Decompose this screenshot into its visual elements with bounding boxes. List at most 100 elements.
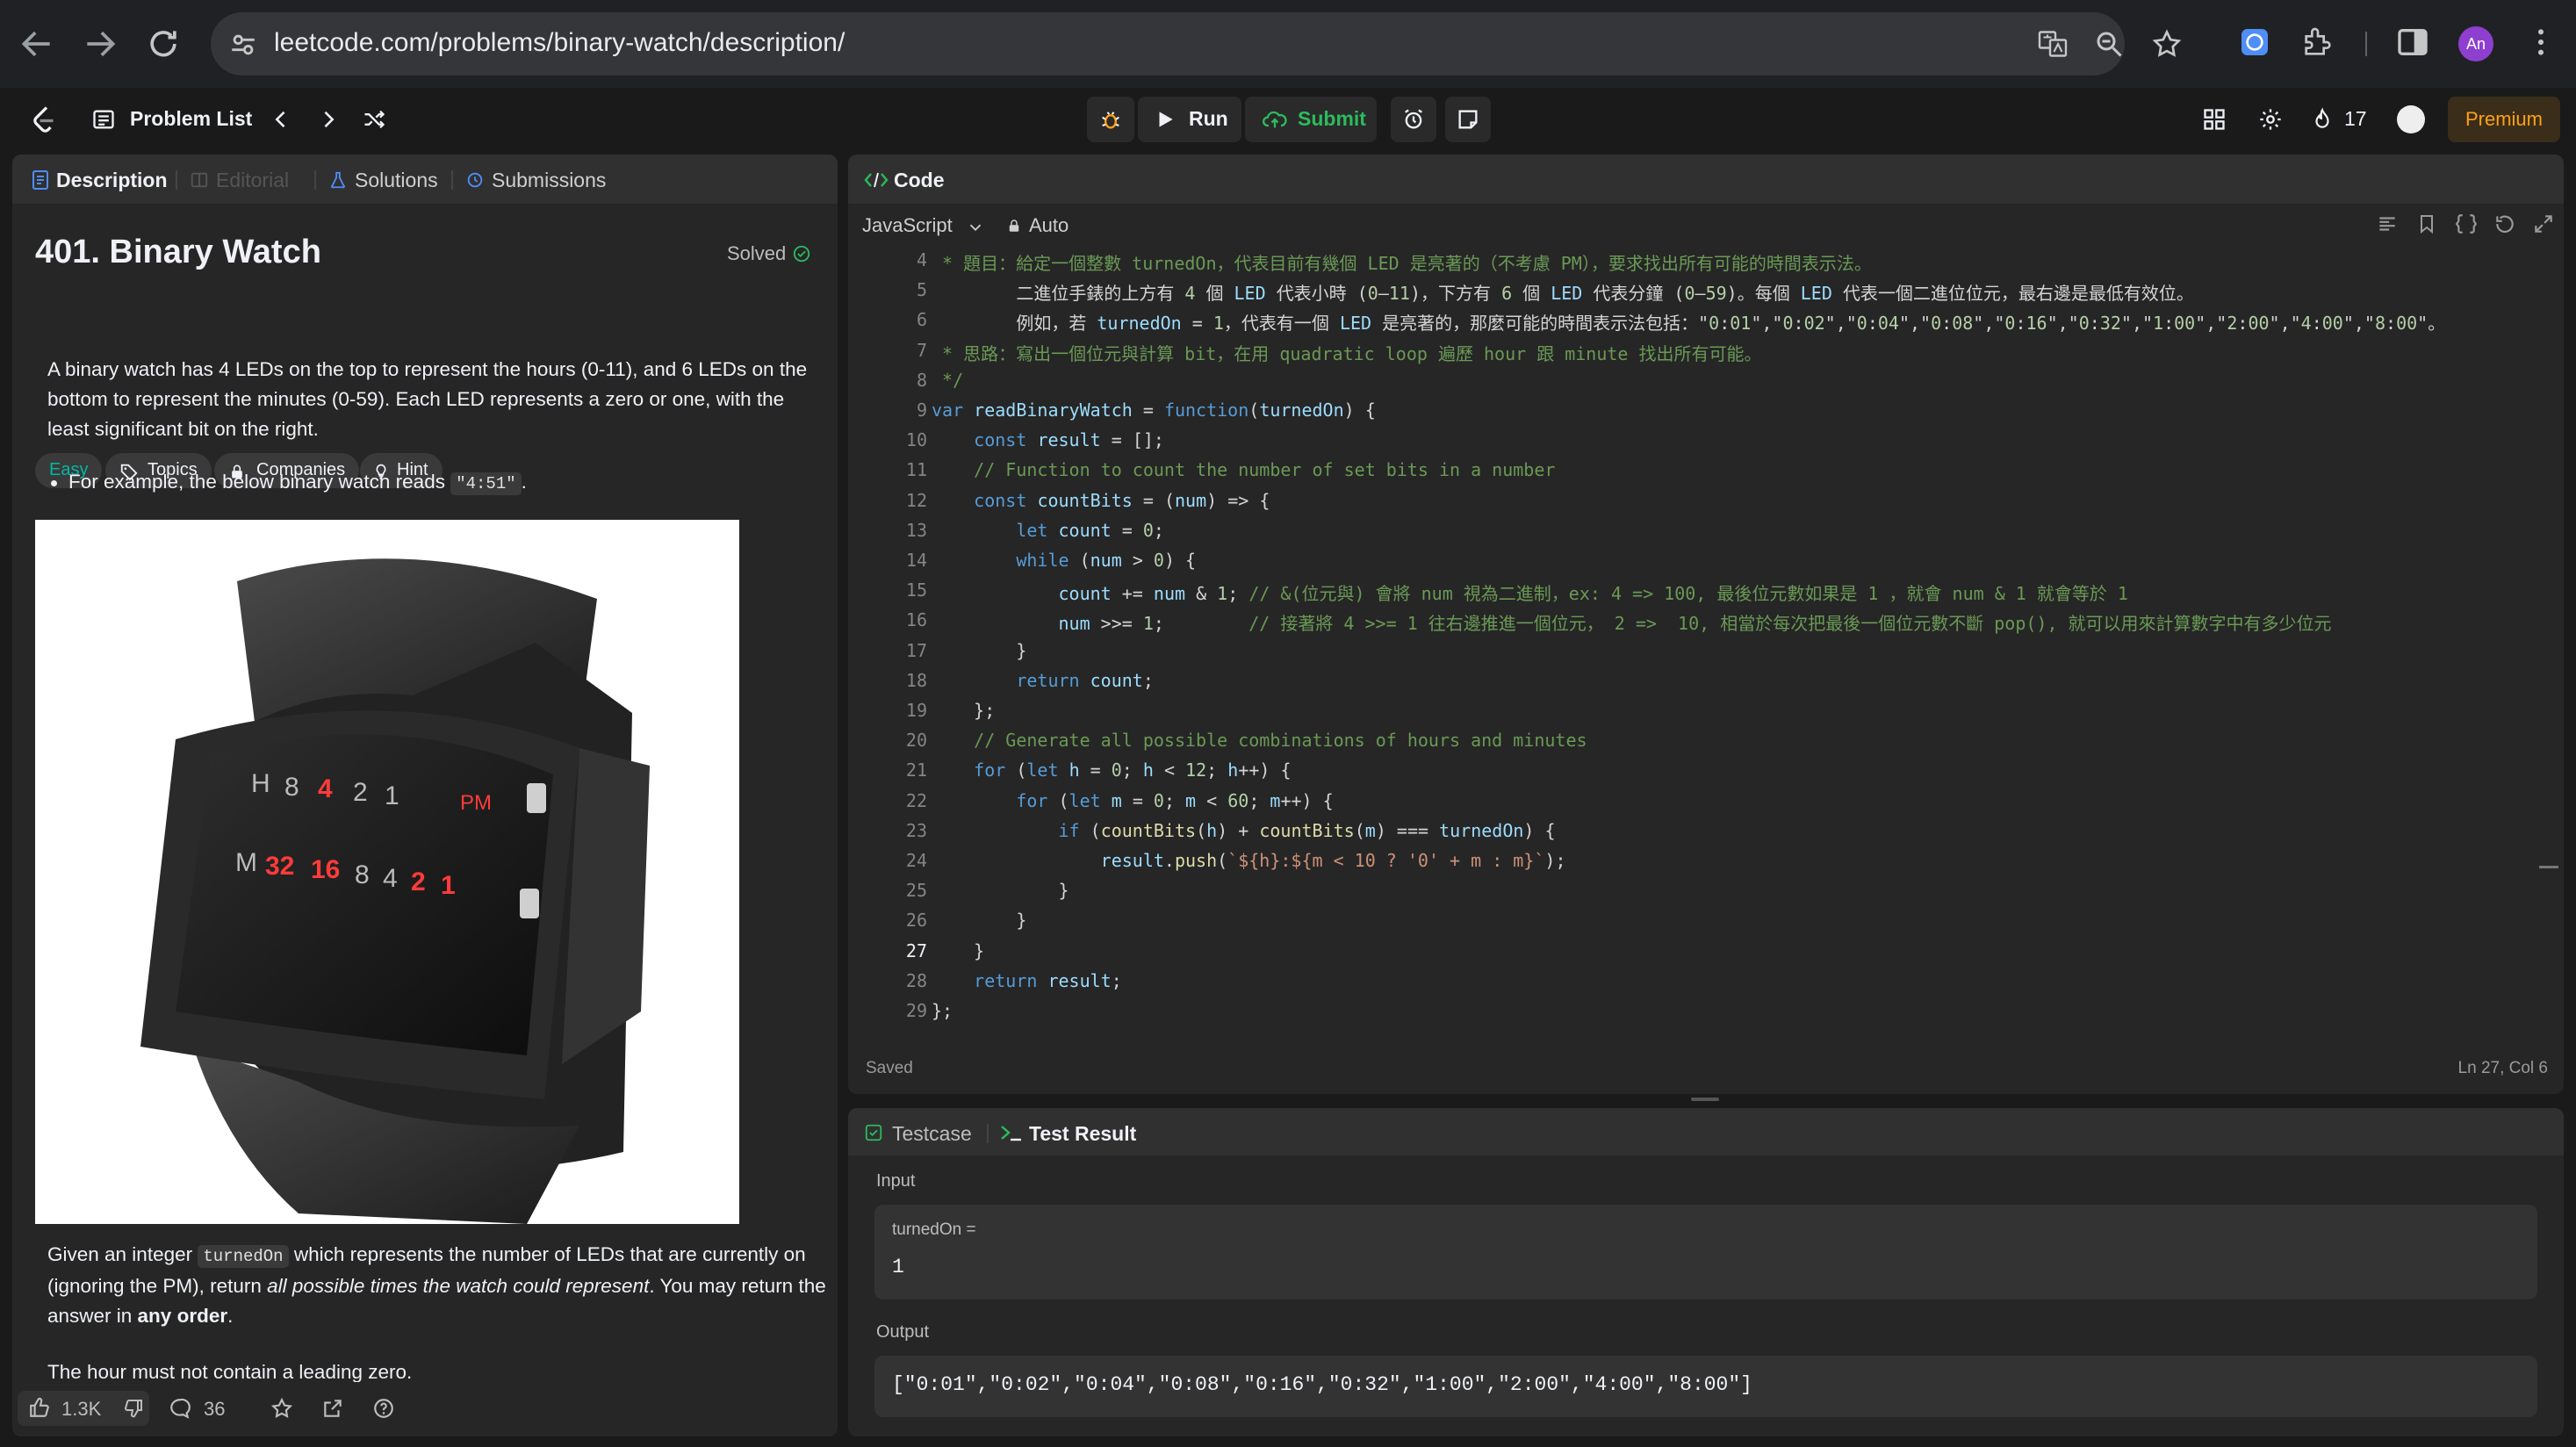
solved-status: Solved — [727, 242, 787, 264]
profile-avatar[interactable]: An — [2458, 26, 2493, 61]
tab-submissions[interactable]: Submissions — [492, 169, 606, 192]
panel-resize-handle[interactable] — [1691, 1098, 1719, 1101]
timer-button[interactable] — [1391, 97, 1436, 142]
line-number: 8 — [916, 369, 927, 391]
format-code-icon[interactable] — [2376, 212, 2399, 235]
editor-scroll-marker[interactable] — [2539, 866, 2558, 868]
line-text: } — [1058, 880, 1069, 902]
watch-led-h1: 1 — [385, 781, 399, 810]
line-number: 16 — [905, 609, 927, 631]
braces-icon[interactable] — [2455, 212, 2478, 235]
submit-button[interactable]: Submit — [1245, 97, 1377, 142]
notes-button[interactable] — [1445, 97, 1491, 142]
submit-label: Submit — [1298, 107, 1366, 130]
line-text: // Generate all possible combinations of… — [974, 730, 1587, 752]
bookmark-icon[interactable] — [2416, 212, 2437, 235]
watch-label-h: H — [251, 769, 270, 798]
reset-code-icon[interactable] — [2493, 212, 2516, 235]
solved-check-icon — [792, 244, 811, 263]
output-box: ["0:01","0:02","0:04","0:08","0:16","0:3… — [874, 1356, 2537, 1417]
favorite-star-icon[interactable] — [270, 1397, 293, 1420]
watch-led-h8: 8 — [284, 773, 299, 802]
user-avatar[interactable] — [2397, 105, 2425, 133]
settings-gear-icon[interactable] — [2258, 107, 2283, 132]
premium-button[interactable]: Premium — [2448, 97, 2560, 142]
shuffle-icon[interactable] — [362, 107, 386, 132]
tab-separator — [176, 170, 177, 190]
browser-chrome: leetcode.com/problems/binary-watch/descr… — [0, 0, 2576, 88]
input-box: turnedOn = 1 — [874, 1205, 2537, 1299]
line-text: } — [1016, 639, 1027, 661]
testcase-check-icon — [864, 1123, 883, 1142]
tab-description[interactable]: Description — [56, 169, 168, 192]
line-number: 26 — [905, 910, 927, 932]
line-number: 11 — [905, 459, 927, 481]
forward-icon[interactable] — [81, 25, 119, 63]
side-panel-icon[interactable] — [2395, 25, 2434, 63]
solutions-tab-icon — [328, 169, 348, 191]
tab-editorial[interactable]: Editorial — [216, 169, 289, 192]
line-number: 29 — [905, 1000, 927, 1021]
tab-test-result[interactable]: Test Result — [1029, 1122, 1136, 1146]
watch-led-m32: 32 — [265, 852, 294, 881]
watch-label-m: M — [235, 848, 257, 877]
browser-menu-icon[interactable] — [2523, 25, 2562, 63]
line-number: 24 — [905, 850, 927, 871]
back-icon[interactable] — [18, 25, 56, 63]
help-icon[interactable] — [372, 1397, 395, 1420]
line-text: * 題目：給定一個整數 turnedOn，代表目前有幾個 LED 是亮著的（不考… — [932, 253, 1872, 274]
thumbs-up-icon[interactable] — [28, 1396, 51, 1419]
problem-list-icon[interactable] — [91, 107, 116, 132]
toolbar-divider — [2365, 32, 2367, 56]
bookmark-star-icon[interactable] — [2151, 28, 2183, 60]
next-problem-icon[interactable] — [316, 107, 341, 132]
line-text: }; — [974, 700, 996, 721]
bug-icon — [1098, 107, 1123, 132]
line-text: num >>= 1; // 接著將 4 >>= 1 往右邊推進一個位元， 2 =… — [1058, 613, 2332, 635]
watch-led-pm: PM — [460, 791, 492, 815]
streak-flame-icon[interactable] — [2311, 107, 2334, 132]
thumbs-down-icon[interactable] — [123, 1398, 144, 1419]
leetcode-logo-icon[interactable] — [28, 103, 60, 136]
tab-solutions[interactable]: Solutions — [355, 169, 438, 192]
prev-problem-icon[interactable] — [269, 107, 293, 132]
line-text: if (countBits(h) + countBits(m) === turn… — [1058, 819, 1556, 841]
problem-list-link[interactable]: Problem List — [130, 107, 252, 131]
line-number: 28 — [905, 969, 927, 991]
task-strong: any order — [137, 1305, 228, 1327]
reload-icon[interactable] — [144, 25, 183, 63]
input-variable-label: turnedOn = — [892, 1220, 976, 1239]
comment-icon[interactable] — [169, 1397, 191, 1420]
note-icon — [1456, 107, 1480, 132]
expand-icon[interactable] — [2532, 212, 2555, 235]
extension-app-icon[interactable] — [2237, 25, 2276, 63]
language-select[interactable]: JavaScript — [862, 214, 953, 237]
description-panel: Description Editorial Solutions Submissi… — [12, 155, 838, 1436]
test-panel: Testcase Test Result Input turnedOn = 1 … — [848, 1108, 2564, 1436]
line-text: count += num & 1; // &(位元與) 會將 num 視為二進制… — [1058, 583, 2128, 605]
watch-led-h2: 2 — [353, 778, 368, 807]
code-panel: Code JavaScript Auto 4 * 題目：給定一個整數 turne… — [848, 155, 2564, 1094]
autocomplete-mode[interactable]: Auto — [1029, 214, 1069, 237]
action-bar: 1.3K 36 — [12, 1382, 838, 1436]
chevron-down-icon[interactable] — [966, 218, 985, 237]
extensions-puzzle-icon[interactable] — [2300, 25, 2339, 63]
site-info-icon[interactable] — [228, 30, 258, 60]
test-tabbar: Testcase Test Result — [848, 1108, 2564, 1155]
debug-button[interactable] — [1087, 97, 1134, 142]
zoom-icon[interactable] — [2093, 28, 2125, 60]
editorial-tab-icon — [190, 170, 209, 190]
line-text: 例如，若 turnedOn = 1，代表有一個 LED 是亮著的，那麼可能的時間… — [1016, 313, 2446, 335]
tab-testcase[interactable]: Testcase — [892, 1122, 972, 1146]
line-number: 22 — [905, 789, 927, 811]
share-icon[interactable] — [321, 1397, 344, 1420]
address-bar[interactable]: leetcode.com/problems/binary-watch/descr… — [211, 12, 2182, 76]
translate-icon[interactable] — [2037, 28, 2069, 60]
layout-grid-icon[interactable] — [2202, 107, 2227, 132]
code-editor[interactable]: 4 * 題目：給定一個整數 turnedOn，代表目前有幾個 LED 是亮著的（… — [848, 249, 2564, 1094]
tab-separator — [987, 1124, 989, 1143]
line-number: 10 — [905, 429, 927, 451]
run-button[interactable]: Run — [1138, 97, 1241, 142]
code-tab-title[interactable]: Code — [894, 169, 945, 192]
cursor-position: Ln 27, Col 6 — [2457, 1059, 2548, 1077]
